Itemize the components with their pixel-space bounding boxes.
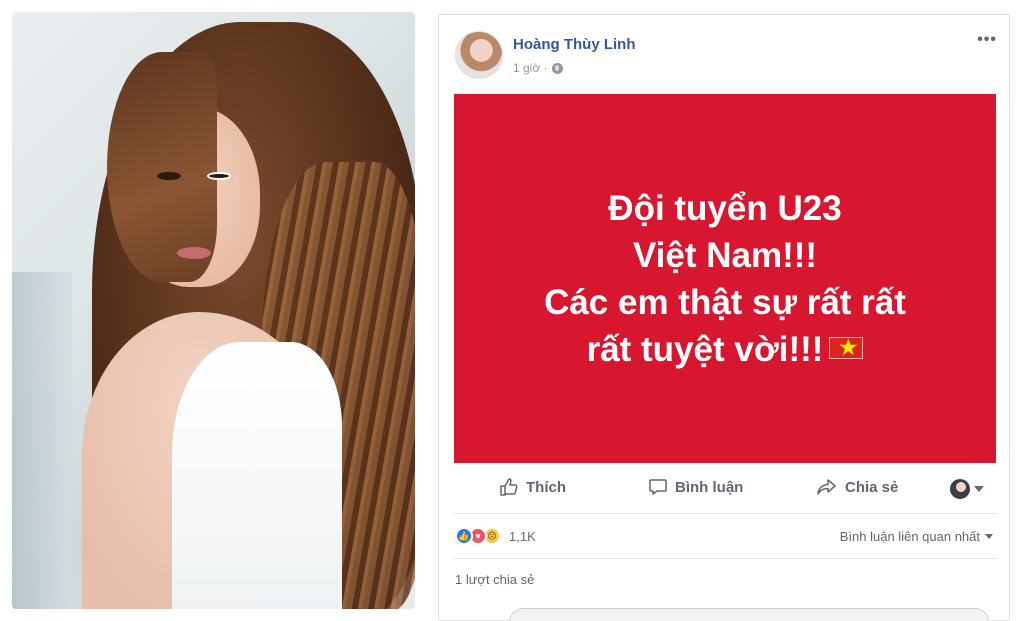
vietnam-flag-icon <box>829 335 864 361</box>
share-button[interactable]: Chia sẻ <box>816 477 898 497</box>
lips <box>177 247 211 259</box>
banner-line-1: Đội tuyển U23 <box>608 188 842 228</box>
banner-line-2: Việt Nam!!! <box>632 235 818 275</box>
profile-avatar <box>950 479 970 499</box>
like-label: Thích <box>526 478 566 496</box>
speech-bubble-icon <box>649 479 667 495</box>
banner-line-4-wrap: rất tuyệt vời!!! <box>544 326 906 373</box>
comment-button[interactable]: Bình luận <box>648 477 743 497</box>
sort-label: Bình luận liên quan nhất <box>839 529 980 544</box>
right-eye <box>207 172 231 180</box>
left-eye <box>157 172 181 180</box>
share-label: Chia sẻ <box>845 478 899 496</box>
reactions-summary[interactable]: 👍 ♥ ☹ 1,1K <box>455 527 536 545</box>
author-name[interactable]: Hoàng Thùy Linh <box>513 36 635 53</box>
comment-input[interactable] <box>509 608 989 621</box>
globe-icon <box>551 62 563 74</box>
share-arrow-icon <box>817 479 836 495</box>
background-window <box>12 272 72 609</box>
chevron-down-icon <box>974 486 984 492</box>
comment-sort-dropdown[interactable]: Bình luận liên quan nhất <box>840 529 993 544</box>
reactions-count: 1,1K <box>509 528 536 544</box>
screenshot: Hoàng Thùy Linh 1 giờ · ••• Đội tuyển U2… <box>0 0 1036 621</box>
comment-label: Bình luận <box>675 478 744 496</box>
portrait-photo <box>12 12 415 609</box>
action-bar: Thích Bình luận Chia sẻ <box>454 467 996 511</box>
post-as-selector[interactable] <box>950 479 984 499</box>
author-avatar[interactable] <box>455 31 503 79</box>
facebook-post: Hoàng Thùy Linh 1 giờ · ••• Đội tuyển U2… <box>438 14 1010 621</box>
banner-line-3: Các em thật sự rất rất <box>544 282 906 322</box>
post-time[interactable]: 1 giờ · <box>513 61 548 75</box>
shares-count[interactable]: 1 lượt chia sẻ <box>455 572 534 587</box>
thumbs-up-icon <box>500 478 518 496</box>
chevron-down-icon <box>985 534 993 539</box>
post-banner[interactable]: Đội tuyển U23 Việt Nam!!! Các em thật sự… <box>454 94 996 463</box>
post-meta: 1 giờ · <box>513 61 563 75</box>
like-reaction-icon: 👍 <box>455 527 473 545</box>
divider <box>454 513 996 514</box>
like-button[interactable]: Thích <box>499 477 566 497</box>
banner-text: Đội tuyển U23 Việt Nam!!! Các em thật sự… <box>544 185 906 373</box>
more-options-button[interactable]: ••• <box>977 31 997 49</box>
divider <box>454 558 996 559</box>
banner-line-4: rất tuyệt vời!!! <box>586 329 824 369</box>
white-top <box>172 342 342 609</box>
